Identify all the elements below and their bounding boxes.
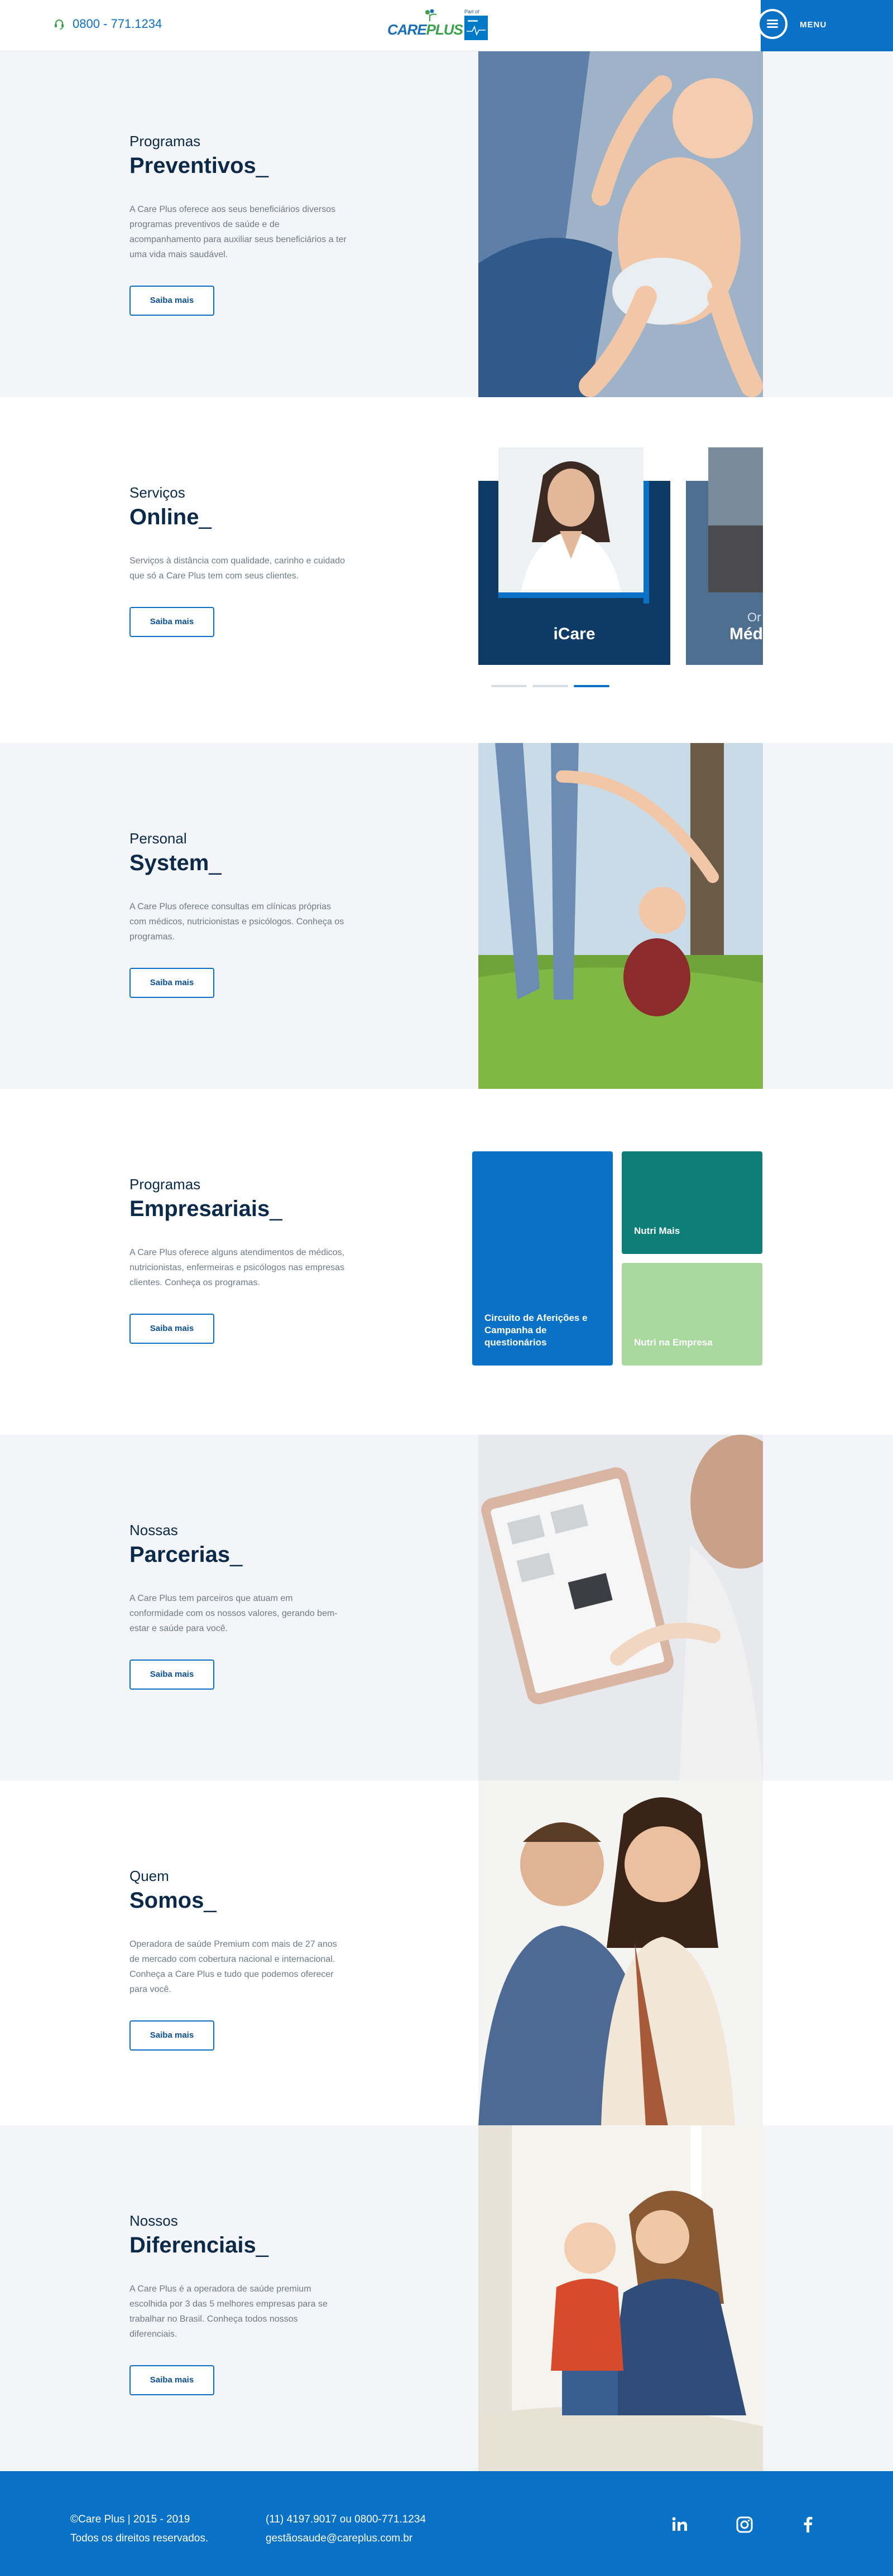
card-title: iCare — [553, 625, 596, 643]
couple-photo — [478, 1781, 763, 2126]
carousel-dot[interactable] — [532, 685, 568, 687]
section-kicker: Programas — [129, 133, 201, 149]
careplus-logo[interactable]: CAREPLUS Part of — [387, 7, 490, 46]
section-title: Preventivos_ — [129, 153, 269, 178]
instagram-link[interactable] — [734, 2515, 755, 2535]
section-description: A Care Plus é a operadora de saúde premi… — [129, 2284, 328, 2339]
card-photo-image — [708, 447, 763, 592]
mother-child-photo — [478, 2125, 763, 2471]
facebook-icon — [804, 2516, 813, 2532]
tile-nutri-mais[interactable]: Nutri Mais — [622, 1151, 762, 1254]
card-title: Méd — [729, 625, 763, 643]
tile-nutri-na-empresa[interactable]: Nutri na Empresa — [622, 1263, 762, 1366]
copyright-text: ©Care Plus | 2015 - 2019 — [70, 2514, 190, 2525]
doctor-photo-image — [498, 447, 644, 592]
section-kicker: Personal — [129, 830, 187, 847]
rights-text: Todos os direitos reservados. — [70, 2532, 209, 2544]
instagram-icon — [736, 2516, 753, 2533]
section-preventivos: Programas Preventivos_ A Care Plus ofere… — [0, 51, 893, 397]
section-diferenciais: Nossos Diferenciais_ A Care Plus é a ope… — [0, 2125, 893, 2471]
section-title: Somos_ — [129, 1888, 217, 1913]
card-subtitle: Or — [747, 610, 761, 624]
menu-area[interactable]: MENU — [757, 0, 893, 51]
carousel-dot-active[interactable] — [574, 685, 609, 687]
section-parcerias: Nossas Parcerias_ A Care Plus tem parcei… — [0, 1435, 893, 1781]
card-accent — [644, 481, 649, 604]
carousel-card-medico[interactable]: Or Méd — [686, 447, 763, 670]
footer-contact: (11) 4197.9017 ou 0800-771.1234 gestãosa… — [266, 2510, 426, 2548]
phone-contact[interactable]: 0800 - 771.1234 — [54, 17, 162, 31]
menu-label[interactable]: MENU — [800, 20, 827, 30]
section-kicker: Programas — [129, 1176, 201, 1193]
linkedin-link[interactable] — [670, 2515, 690, 2535]
tile-circuito-afericoes[interactable]: Circuito de Aferições e Campanha de ques… — [472, 1151, 613, 1366]
section-description: Serviços à distância com qualidade, cari… — [129, 556, 345, 581]
section-online: Serviços Online_ Serviços à distância co… — [0, 397, 893, 743]
section-text: Quem Somos_ Operadora de saúde Premium c… — [129, 1868, 364, 2051]
footer-phones[interactable]: (11) 4197.9017 ou 0800-771.1234 — [266, 2510, 426, 2529]
section-kicker: Quem — [129, 1868, 169, 1884]
footer-copyright: ©Care Plus | 2015 - 2019 Todos os direit… — [70, 2510, 208, 2548]
section-description: A Care Plus oferece aos seus beneficiári… — [129, 205, 347, 259]
hamburger-icon — [767, 20, 778, 28]
section-title: Parcerias_ — [129, 1542, 243, 1567]
part-of-label: Part of — [464, 9, 479, 15]
tablet-photo-image — [478, 1435, 763, 1781]
linkedin-icon — [672, 2517, 687, 2531]
saiba-mais-button[interactable]: Saiba mais — [129, 607, 214, 637]
site-header: 0800 - 771.1234 CAREPLUS Part of MENU — [0, 0, 893, 51]
carousel-pagination — [491, 685, 609, 687]
section-quem-somos: Quem Somos_ Operadora de saúde Premium c… — [0, 1781, 893, 2126]
menu-button[interactable] — [757, 9, 788, 39]
section-title: Diferenciais_ — [129, 2233, 269, 2257]
section-text: Programas Empresariais_ A Care Plus ofer… — [129, 1176, 364, 1344]
baby-photo-image — [478, 51, 763, 397]
logo-wordmark: CAREPLUS — [387, 21, 463, 38]
saiba-mais-button[interactable]: Saiba mais — [129, 2365, 214, 2395]
card-photo — [708, 447, 763, 592]
section-personal-system: Personal System_ A Care Plus oferece con… — [0, 743, 893, 1089]
doctor-photo — [498, 447, 644, 592]
section-description: A Care Plus tem parceiros que atuam em c… — [129, 1594, 338, 1633]
section-title: System_ — [129, 851, 222, 875]
saiba-mais-button[interactable]: Saiba mais — [129, 968, 214, 998]
section-empresariais: Programas Empresariais_ A Care Plus ofer… — [0, 1089, 893, 1435]
section-text: Serviços Online_ Serviços à distância co… — [129, 484, 364, 637]
section-text: Programas Preventivos_ A Care Plus ofere… — [129, 133, 364, 316]
section-kicker: Nossos — [129, 2212, 178, 2229]
section-text: Nossos Diferenciais_ A Care Plus é a ope… — [129, 2212, 364, 2395]
facebook-link[interactable] — [798, 2515, 818, 2535]
saiba-mais-button[interactable]: Saiba mais — [129, 2020, 214, 2051]
carousel-card-icare[interactable]: iCare — [478, 447, 670, 670]
leaf-logo-icon — [425, 9, 437, 21]
family-park-photo — [478, 743, 763, 1089]
program-tiles: Circuito de Aferições e Campanha de ques… — [472, 1151, 762, 1366]
section-title: Online_ — [129, 505, 212, 529]
bupa-logo — [464, 16, 488, 40]
family-park-photo-image — [478, 743, 763, 1089]
saiba-mais-button[interactable]: Saiba mais — [129, 1314, 214, 1344]
couple-photo-image — [478, 1781, 763, 2126]
site-footer: ©Care Plus | 2015 - 2019 Todos os direit… — [0, 2471, 893, 2576]
tablet-photo — [478, 1435, 763, 1781]
baby-photo — [478, 51, 763, 397]
section-description: A Care Plus oferece consultas em clínica… — [129, 902, 344, 942]
section-kicker: Nossas — [129, 1522, 178, 1538]
saiba-mais-button[interactable]: Saiba mais — [129, 1660, 214, 1690]
section-text: Nossas Parcerias_ A Care Plus tem parcei… — [129, 1522, 364, 1690]
section-title: Empresariais_ — [129, 1197, 282, 1221]
section-text: Personal System_ A Care Plus oferece con… — [129, 830, 364, 998]
saiba-mais-button[interactable]: Saiba mais — [129, 286, 214, 316]
section-description: A Care Plus oferece alguns atendimentos … — [129, 1248, 345, 1287]
mother-child-photo-image — [478, 2125, 763, 2471]
section-description: Operadora de saúde Premium com mais de 2… — [129, 1940, 337, 1994]
section-kicker: Serviços — [129, 484, 185, 501]
carousel-dot[interactable] — [491, 685, 527, 687]
card-accent — [498, 592, 649, 598]
footer-email[interactable]: gestãosaude@careplus.com.br — [266, 2529, 426, 2548]
phone-number: 0800 - 771.1234 — [73, 17, 162, 31]
services-carousel: iCare Or Méd — [478, 447, 763, 670]
headset-icon — [55, 20, 64, 30]
bupa-heartbeat-icon — [467, 20, 486, 36]
